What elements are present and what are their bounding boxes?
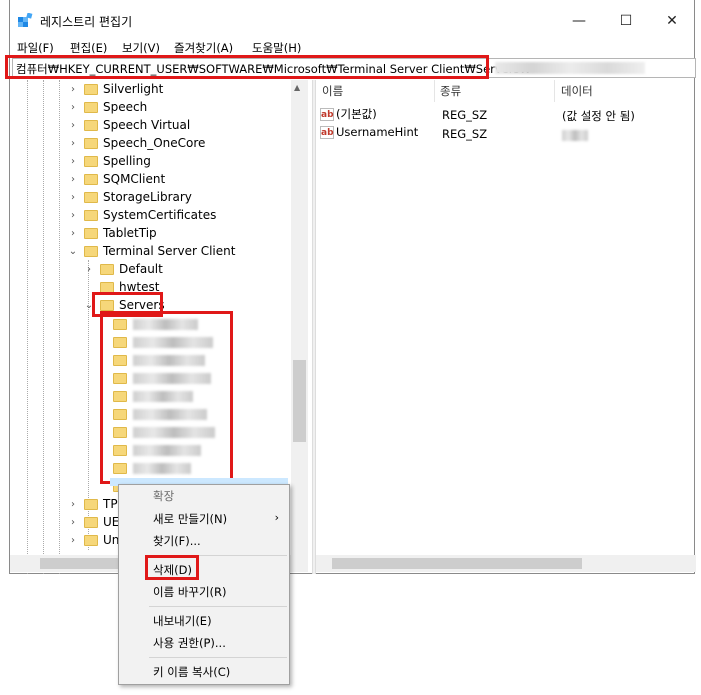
column-header-data[interactable]: 데이터 — [561, 83, 593, 99]
tree-item-storagelibrary[interactable]: › StorageLibrary — [68, 188, 192, 206]
menu-item-find[interactable]: 찾기(F)... — [153, 533, 201, 549]
tree-vertical-scrollbar[interactable]: ▲ — [291, 80, 308, 555]
tree-item-systemcertificates[interactable]: › SystemCertificates — [68, 206, 216, 224]
menu-view[interactable]: 보기(V) — [122, 40, 160, 56]
value-name: UsernameHint — [336, 125, 419, 139]
folder-icon — [84, 498, 98, 510]
blurred-value-data — [562, 130, 588, 141]
expand-icon[interactable]: › — [68, 84, 78, 95]
expand-icon[interactable]: › — [68, 138, 78, 149]
value-name: (기본값) — [336, 107, 377, 121]
folder-icon — [84, 245, 98, 257]
tree-item-speech-onecore[interactable]: › Speech_OneCore — [68, 134, 205, 152]
folder-icon — [84, 119, 98, 131]
tree-item-tablettip[interactable]: › TabletTip — [68, 224, 157, 242]
folder-icon — [84, 155, 98, 167]
menu-item-copy-key-name[interactable]: 키 이름 복사(C) — [153, 664, 230, 680]
regedit-app-icon — [18, 13, 33, 27]
maximize-button[interactable]: ☐ — [603, 5, 649, 37]
tree-label: StorageLibrary — [103, 190, 192, 204]
address-highlight — [5, 55, 489, 79]
server-list-highlight — [100, 311, 233, 484]
tree-item-speech-virtual[interactable]: › Speech Virtual — [68, 116, 190, 134]
close-button[interactable]: ✕ — [649, 5, 695, 37]
menu-file[interactable]: 파일(F) — [17, 40, 54, 56]
values-hscroll-thumb[interactable] — [332, 558, 582, 569]
tree-item-sqmclient[interactable]: › SQMClient — [68, 170, 165, 188]
tree-label: Terminal Server Client — [103, 244, 236, 258]
tree-item-spelling[interactable]: › Spelling — [68, 152, 151, 170]
string-value-icon: ab — [320, 108, 334, 121]
minimize-icon: — — [572, 13, 586, 29]
value-type: REG_SZ — [442, 108, 488, 122]
folder-icon — [84, 191, 98, 203]
menu-item-rename[interactable]: 이름 바꾸기(R) — [153, 584, 227, 600]
folder-icon — [84, 534, 98, 546]
registry-editor-window: 레지스트리 편집기 — ☐ ✕ 파일(F) 편집(E) 보기(V) 즐겨찾기(A… — [9, 0, 696, 574]
tree-label: Silverlight — [103, 82, 164, 96]
column-header-name[interactable]: 이름 — [322, 83, 343, 99]
tree-label: TabletTip — [103, 226, 157, 240]
folder-icon — [84, 516, 98, 528]
expand-icon[interactable]: › — [68, 499, 78, 510]
collapse-icon[interactable]: ⌄ — [68, 246, 78, 257]
tree-label: Speech Virtual — [103, 118, 191, 132]
folder-icon — [84, 173, 98, 185]
value-type: REG_SZ — [442, 127, 488, 141]
submenu-arrow-icon: › — [274, 511, 279, 524]
tree-label: Speech — [103, 100, 148, 114]
folder-icon — [84, 101, 98, 113]
tree-hscroll-thumb[interactable] — [40, 558, 130, 569]
values-pane: 이름 종류 데이터 ab (기본값) REG_SZ (값 설정 안 됨) ab Us… — [316, 80, 696, 555]
tree-label: SystemCertificates — [103, 208, 217, 222]
expand-icon[interactable]: › — [84, 264, 94, 275]
expand-icon[interactable]: › — [68, 156, 78, 167]
expand-icon[interactable]: › — [68, 102, 78, 113]
tree-label: Spelling — [103, 154, 151, 168]
context-menu: 확장 새로 만들기(N) › 찾기(F)... 삭제(D) 이름 바꾸기(R) … — [118, 484, 290, 685]
expand-icon[interactable]: › — [68, 120, 78, 131]
tree-item-uni[interactable]: › Uni — [68, 531, 123, 549]
expand-icon[interactable]: › — [68, 517, 78, 528]
menu-item-new[interactable]: 새로 만들기(N) — [153, 511, 227, 527]
value-row-default[interactable]: ab (기본값) — [320, 106, 377, 122]
folder-icon — [100, 263, 114, 275]
column-header-type[interactable]: 종류 — [440, 83, 461, 99]
menu-item-expand[interactable]: 확장 — [153, 488, 174, 504]
tree-item-silverlight[interactable]: › Silverlight — [68, 80, 163, 98]
window-title: 레지스트리 편집기 — [40, 15, 133, 29]
expand-icon[interactable]: › — [68, 210, 78, 221]
tree-scroll-thumb[interactable] — [293, 360, 306, 442]
menu-item-permissions[interactable]: 사용 권한(P)... — [153, 635, 226, 651]
value-row-usernamehint[interactable]: ab UsernameHint — [320, 125, 418, 139]
title-bar[interactable]: 레지스트리 편집기 — ☐ ✕ — [10, 0, 696, 38]
tree-item-default[interactable]: › Default — [84, 260, 163, 278]
menu-edit[interactable]: 편집(E) — [70, 40, 107, 56]
folder-icon — [84, 209, 98, 221]
tree-label: SQMClient — [103, 172, 166, 186]
tree-label: Speech_OneCore — [103, 136, 206, 150]
menu-favorites[interactable]: 즐겨찾기(A) — [174, 40, 233, 56]
expand-icon[interactable]: › — [68, 174, 78, 185]
tree-item-terminal-server-client[interactable]: ⌄ Terminal Server Client — [68, 242, 236, 260]
expand-icon[interactable]: › — [68, 192, 78, 203]
tree-item-speech[interactable]: › Speech — [68, 98, 147, 116]
expand-icon[interactable]: › — [68, 535, 78, 546]
folder-icon — [100, 281, 114, 293]
menu-item-export[interactable]: 내보내기(E) — [153, 613, 212, 629]
folder-icon — [84, 227, 98, 239]
minimize-button[interactable]: — — [556, 5, 602, 37]
address-blurred-segment — [495, 62, 645, 74]
folder-icon — [84, 137, 98, 149]
close-icon: ✕ — [666, 13, 678, 29]
scroll-up-icon[interactable]: ▲ — [294, 83, 300, 92]
expand-icon[interactable]: › — [68, 228, 78, 239]
menu-help[interactable]: 도움말(H) — [252, 40, 301, 56]
folder-icon — [84, 83, 98, 95]
value-data: (값 설정 안 됨) — [562, 109, 635, 123]
delete-highlight — [145, 555, 199, 580]
tree-label: Default — [119, 262, 163, 276]
string-value-icon: ab — [320, 126, 334, 139]
maximize-icon: ☐ — [619, 13, 633, 29]
